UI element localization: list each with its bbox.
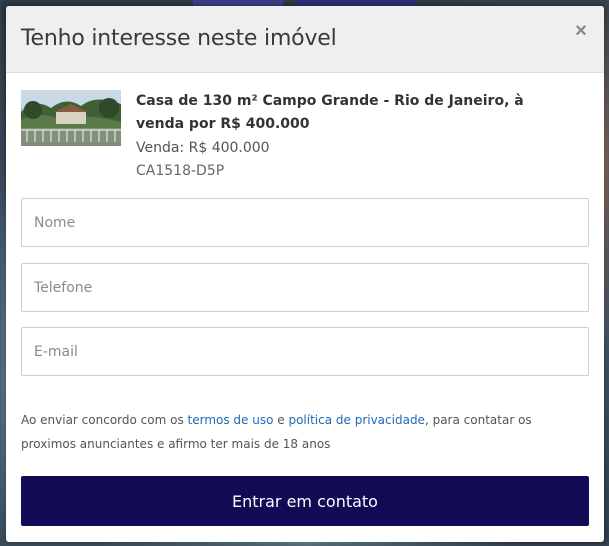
listing-code: CA1518-D5P <box>136 163 225 179</box>
close-button[interactable]: × <box>572 21 590 41</box>
email-input[interactable] <box>21 327 589 376</box>
terms-prefix: Ao enviar concordo com os <box>21 413 188 427</box>
listing-summary: Casa de 130 m² Campo Grande - Rio de Jan… <box>21 90 589 190</box>
property-photo-image <box>21 90 121 146</box>
modal-title: Tenho interesse neste imóvel <box>21 26 337 51</box>
listing-title: Casa de 130 m² Campo Grande - Rio de Jan… <box>136 93 524 132</box>
contact-submit-button[interactable]: Entrar em contato <box>21 476 589 526</box>
modal-header: Tenho interesse neste imóvel × <box>6 6 604 73</box>
listing-price: Venda: R$ 400.000 <box>136 140 270 156</box>
contact-modal: Tenho interesse neste imóvel × Casa de 1… <box>6 6 604 542</box>
privacy-policy-link[interactable]: política de privacidade <box>288 413 425 427</box>
terms-connector: e <box>273 413 289 427</box>
phone-input[interactable] <box>21 263 589 312</box>
terms-of-use-link[interactable]: termos de uso <box>188 413 274 427</box>
terms-notice: Ao enviar concordo com os termos de uso … <box>21 408 581 456</box>
name-input[interactable] <box>21 198 589 247</box>
property-thumbnail <box>21 90 121 146</box>
